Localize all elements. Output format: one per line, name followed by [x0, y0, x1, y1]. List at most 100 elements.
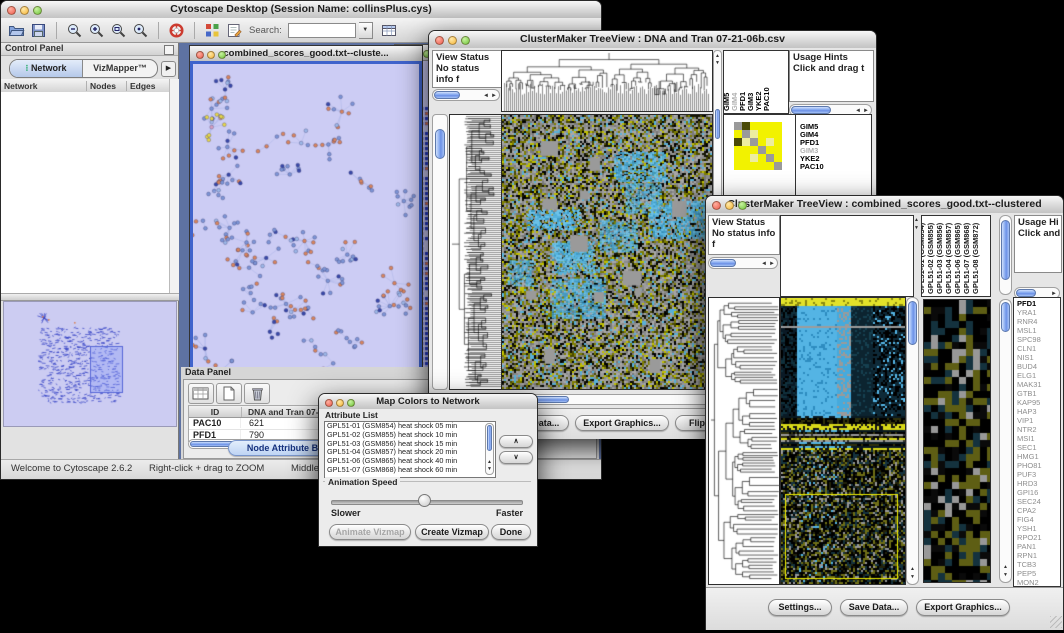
matrix-cell[interactable]: [774, 162, 782, 170]
window-controls[interactable]: [325, 397, 358, 408]
scroll-right-icon[interactable]: ►: [491, 93, 497, 99]
minimize-icon[interactable]: [448, 36, 457, 45]
attribute-item[interactable]: GPL51-06 (GSM865) heat shock 40 min: [325, 457, 495, 466]
close-icon[interactable]: [435, 36, 444, 45]
matrix-cell[interactable]: [766, 162, 774, 170]
move-down-button[interactable]: ∨: [499, 451, 533, 464]
scroll-down-icon[interactable]: ▼: [910, 574, 915, 580]
gene-label[interactable]: FIG4: [1017, 515, 1060, 524]
matrix-cell[interactable]: [742, 130, 750, 138]
matrix-cell[interactable]: [766, 146, 774, 154]
tv1-column-dendrogram[interactable]: [501, 50, 713, 112]
done-button[interactable]: Done: [491, 524, 531, 540]
tv1-similarity-matrix[interactable]: [734, 122, 782, 170]
matrix-cell[interactable]: [758, 154, 766, 162]
tv1-nav-strip[interactable]: [432, 114, 448, 390]
matrix-cell[interactable]: [774, 154, 782, 162]
scroll-thumb[interactable]: [435, 129, 445, 159]
tab-vizmapper[interactable]: VizMapper™: [83, 60, 157, 77]
scroll-thumb[interactable]: [715, 109, 720, 139]
scroll-thumb[interactable]: [791, 106, 831, 114]
tv2-column-tree-area[interactable]: [780, 215, 914, 297]
matrix-cell[interactable]: [774, 146, 782, 154]
gene-label[interactable]: PEP5: [1017, 569, 1060, 578]
matrix-cell[interactable]: [758, 146, 766, 154]
tv1-heatmap[interactable]: [501, 114, 713, 390]
treeview1-titlebar[interactable]: ClusterMaker TreeView : DNA and Tran 07-…: [429, 31, 876, 49]
minimize-icon[interactable]: [336, 399, 344, 407]
matrix-cell[interactable]: [766, 138, 774, 146]
matrix-cell[interactable]: [750, 130, 758, 138]
network-canvas[interactable]: [193, 64, 417, 384]
gene-label[interactable]: PAN1: [1017, 542, 1060, 551]
window-controls[interactable]: [435, 34, 474, 45]
scroll-left-icon[interactable]: ◄: [483, 93, 489, 99]
annotation-icon[interactable]: [225, 21, 244, 40]
col-id[interactable]: ID: [189, 407, 242, 417]
gene-label[interactable]: NIS1: [1017, 353, 1060, 362]
scroll-up-icon[interactable]: ▲: [487, 459, 492, 465]
zoom-selected-button[interactable]: [131, 21, 150, 40]
create-vizmap-button[interactable]: Create Vizmap: [415, 524, 489, 540]
window-controls[interactable]: [196, 49, 229, 60]
window-controls[interactable]: [7, 4, 46, 15]
zoom-window-icon[interactable]: [347, 399, 355, 407]
float-panel-icon[interactable]: [164, 45, 174, 55]
matrix-cell[interactable]: [750, 146, 758, 154]
treeview2-titlebar[interactable]: ClusterMaker TreeView : combined_scores_…: [706, 196, 1063, 214]
matrix-cell[interactable]: [758, 162, 766, 170]
matrix-cell[interactable]: [766, 122, 774, 130]
col-edges[interactable]: Edges: [127, 81, 169, 91]
attribute-item[interactable]: GPL51-02 (GSM855) heat shock 10 min: [325, 431, 495, 440]
matrix-cell[interactable]: [734, 146, 742, 154]
close-icon[interactable]: [325, 399, 333, 407]
window-controls[interactable]: [712, 199, 751, 210]
gene-label[interactable]: MON2: [1017, 578, 1060, 587]
gene-label[interactable]: HAP3: [1017, 407, 1060, 416]
attribute-list-scrollbar[interactable]: ▲ ▼: [485, 423, 494, 475]
network-overview[interactable]: [3, 301, 177, 427]
scroll-up-icon[interactable]: ▲: [914, 217, 919, 223]
zoom-in-button[interactable]: [87, 21, 106, 40]
matrix-cell[interactable]: [750, 162, 758, 170]
scroll-thumb[interactable]: [434, 91, 460, 99]
tv2-status-scrollbar[interactable]: ◄ ►: [708, 257, 778, 269]
matrix-cell[interactable]: [742, 146, 750, 154]
vizmapper-icon[interactable]: [203, 21, 222, 40]
gene-label[interactable]: MAK31: [1017, 380, 1060, 389]
gene-label[interactable]: PHO81: [1017, 461, 1060, 470]
matrix-cell[interactable]: [742, 162, 750, 170]
matrix-cell[interactable]: [774, 138, 782, 146]
scroll-down-icon[interactable]: ▼: [1003, 572, 1008, 578]
zoom-fit-button[interactable]: [109, 21, 128, 40]
save-session-button[interactable]: [29, 21, 48, 40]
zoom-window-icon[interactable]: [738, 201, 747, 210]
matrix-cell[interactable]: [742, 138, 750, 146]
gene-label[interactable]: CPA2: [1017, 506, 1060, 515]
scroll-thumb[interactable]: [710, 259, 736, 267]
export-graphics-button[interactable]: Export Graphics...: [575, 415, 669, 431]
gene-label[interactable]: KAP95: [1017, 398, 1060, 407]
zoom-out-button[interactable]: [65, 21, 84, 40]
help-lifering-icon[interactable]: [167, 21, 186, 40]
zoom-window-icon[interactable]: [33, 6, 42, 15]
tv2-mini-arrows[interactable]: ▲ ▼: [913, 215, 921, 295]
gene-label[interactable]: MSI1: [1017, 434, 1060, 443]
matrix-cell[interactable]: [734, 162, 742, 170]
resize-grip[interactable]: [1050, 616, 1062, 628]
tv2-heatmap[interactable]: [780, 297, 906, 585]
open-session-button[interactable]: [7, 21, 26, 40]
delete-attribute-button[interactable]: [244, 383, 270, 404]
matrix-cell[interactable]: [774, 122, 782, 130]
matrix-cell[interactable]: [734, 154, 742, 162]
matrix-cell[interactable]: [766, 154, 774, 162]
scroll-down-icon[interactable]: ▼: [914, 225, 919, 231]
matrix-cell[interactable]: [734, 138, 742, 146]
gene-label[interactable]: YSH1: [1017, 524, 1060, 533]
col-nodes[interactable]: Nodes: [87, 81, 127, 91]
network-overview-canvas[interactable]: [4, 302, 174, 424]
tv2-heatmap-vscrollbar[interactable]: ▲ ▼: [906, 297, 919, 585]
panel-splitter[interactable]: [1, 293, 179, 301]
matrix-cell[interactable]: [758, 130, 766, 138]
network-view[interactable]: [190, 61, 422, 388]
